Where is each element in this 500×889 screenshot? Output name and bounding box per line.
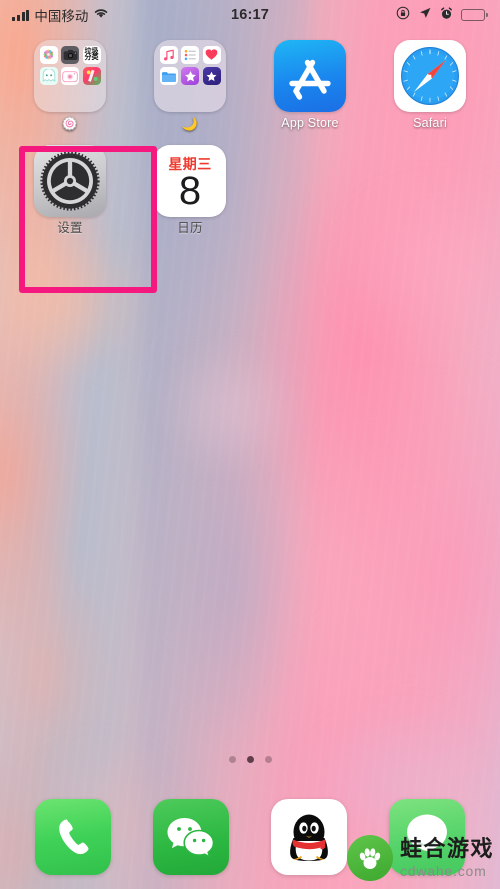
- folder-2-label: 🌙: [181, 116, 199, 131]
- app-store-icon[interactable]: [274, 40, 346, 112]
- status-bar-right: [269, 6, 488, 24]
- wifi-icon: [93, 7, 109, 23]
- status-bar-center: 16:17: [231, 7, 269, 23]
- page-dot-3[interactable]: [264, 756, 272, 763]
- signal-bars-icon: [12, 9, 30, 21]
- watermark-text: 蛙合游戏 cdwahe.com: [399, 836, 494, 879]
- folder-2[interactable]: 🌙: [130, 40, 250, 131]
- frog-paw-logo-icon: [346, 835, 393, 881]
- battery-icon: [461, 9, 488, 21]
- watermark-url: cdwahe.com: [399, 863, 487, 879]
- safari-label: Safari: [413, 116, 447, 130]
- beauty-cam-icon: [61, 67, 79, 85]
- collage-app-icon: [82, 67, 101, 85]
- folder-1[interactable]: 垃圾 分类 🍥: [10, 40, 130, 131]
- calendar[interactable]: 星期三 8 日历: [130, 145, 250, 236]
- wechat-app-icon[interactable]: [153, 798, 229, 875]
- folder-1-label: 🍥: [61, 116, 79, 131]
- carrier-label: 中国移动: [34, 9, 89, 24]
- folder-2-icon[interactable]: [154, 40, 226, 112]
- folder-1-icon[interactable]: 垃圾 分类: [34, 40, 106, 112]
- status-bar-left: 中国移动: [12, 5, 231, 25]
- alarm-clock-icon: [440, 6, 453, 24]
- app-grid: 垃圾 分类 🍥 🌙 App Store Safari 设置 星期三 8 日历: [0, 40, 500, 236]
- page-dot-2-active[interactable]: [246, 756, 254, 763]
- calendar-label: 日历: [177, 221, 203, 236]
- settings[interactable]: 设置: [10, 145, 130, 236]
- site-watermark: 蛙合游戏 cdwahe.com: [337, 829, 500, 889]
- phone-app-icon[interactable]: [35, 798, 111, 875]
- calendar-icon[interactable]: 星期三 8: [154, 145, 226, 218]
- calendar-day-number: 8: [178, 169, 202, 214]
- safari-compass-icon[interactable]: [394, 40, 466, 112]
- files-icon: [159, 67, 178, 85]
- health-icon: [202, 45, 221, 64]
- clock-label: 16:17: [230, 7, 270, 23]
- settings-gear-icon[interactable]: [34, 145, 106, 218]
- memo-note-icon: 垃圾 分类: [82, 45, 101, 64]
- safari[interactable]: Safari: [370, 40, 490, 131]
- page-dot-1[interactable]: [228, 756, 236, 763]
- watermark-title: 蛙合游戏: [399, 836, 494, 861]
- location-arrow-icon: [418, 6, 432, 24]
- ghost-app-icon: [39, 67, 58, 85]
- app-store[interactable]: App Store: [250, 40, 370, 131]
- reminders-icon: [181, 45, 199, 64]
- qq-app-icon[interactable]: [271, 798, 347, 875]
- music-icon: [159, 45, 178, 64]
- app-store-label: App Store: [281, 116, 339, 130]
- status-bar: 中国移动 16:17: [0, 0, 500, 30]
- page-indicator-dots[interactable]: [0, 756, 500, 763]
- clips-icon: [202, 67, 221, 85]
- settings-label: 设置: [57, 221, 83, 236]
- camera-icon: [61, 45, 79, 64]
- photos-icon: [39, 45, 58, 64]
- imovie-icon: [181, 67, 199, 85]
- rotation-lock-icon: [396, 6, 410, 24]
